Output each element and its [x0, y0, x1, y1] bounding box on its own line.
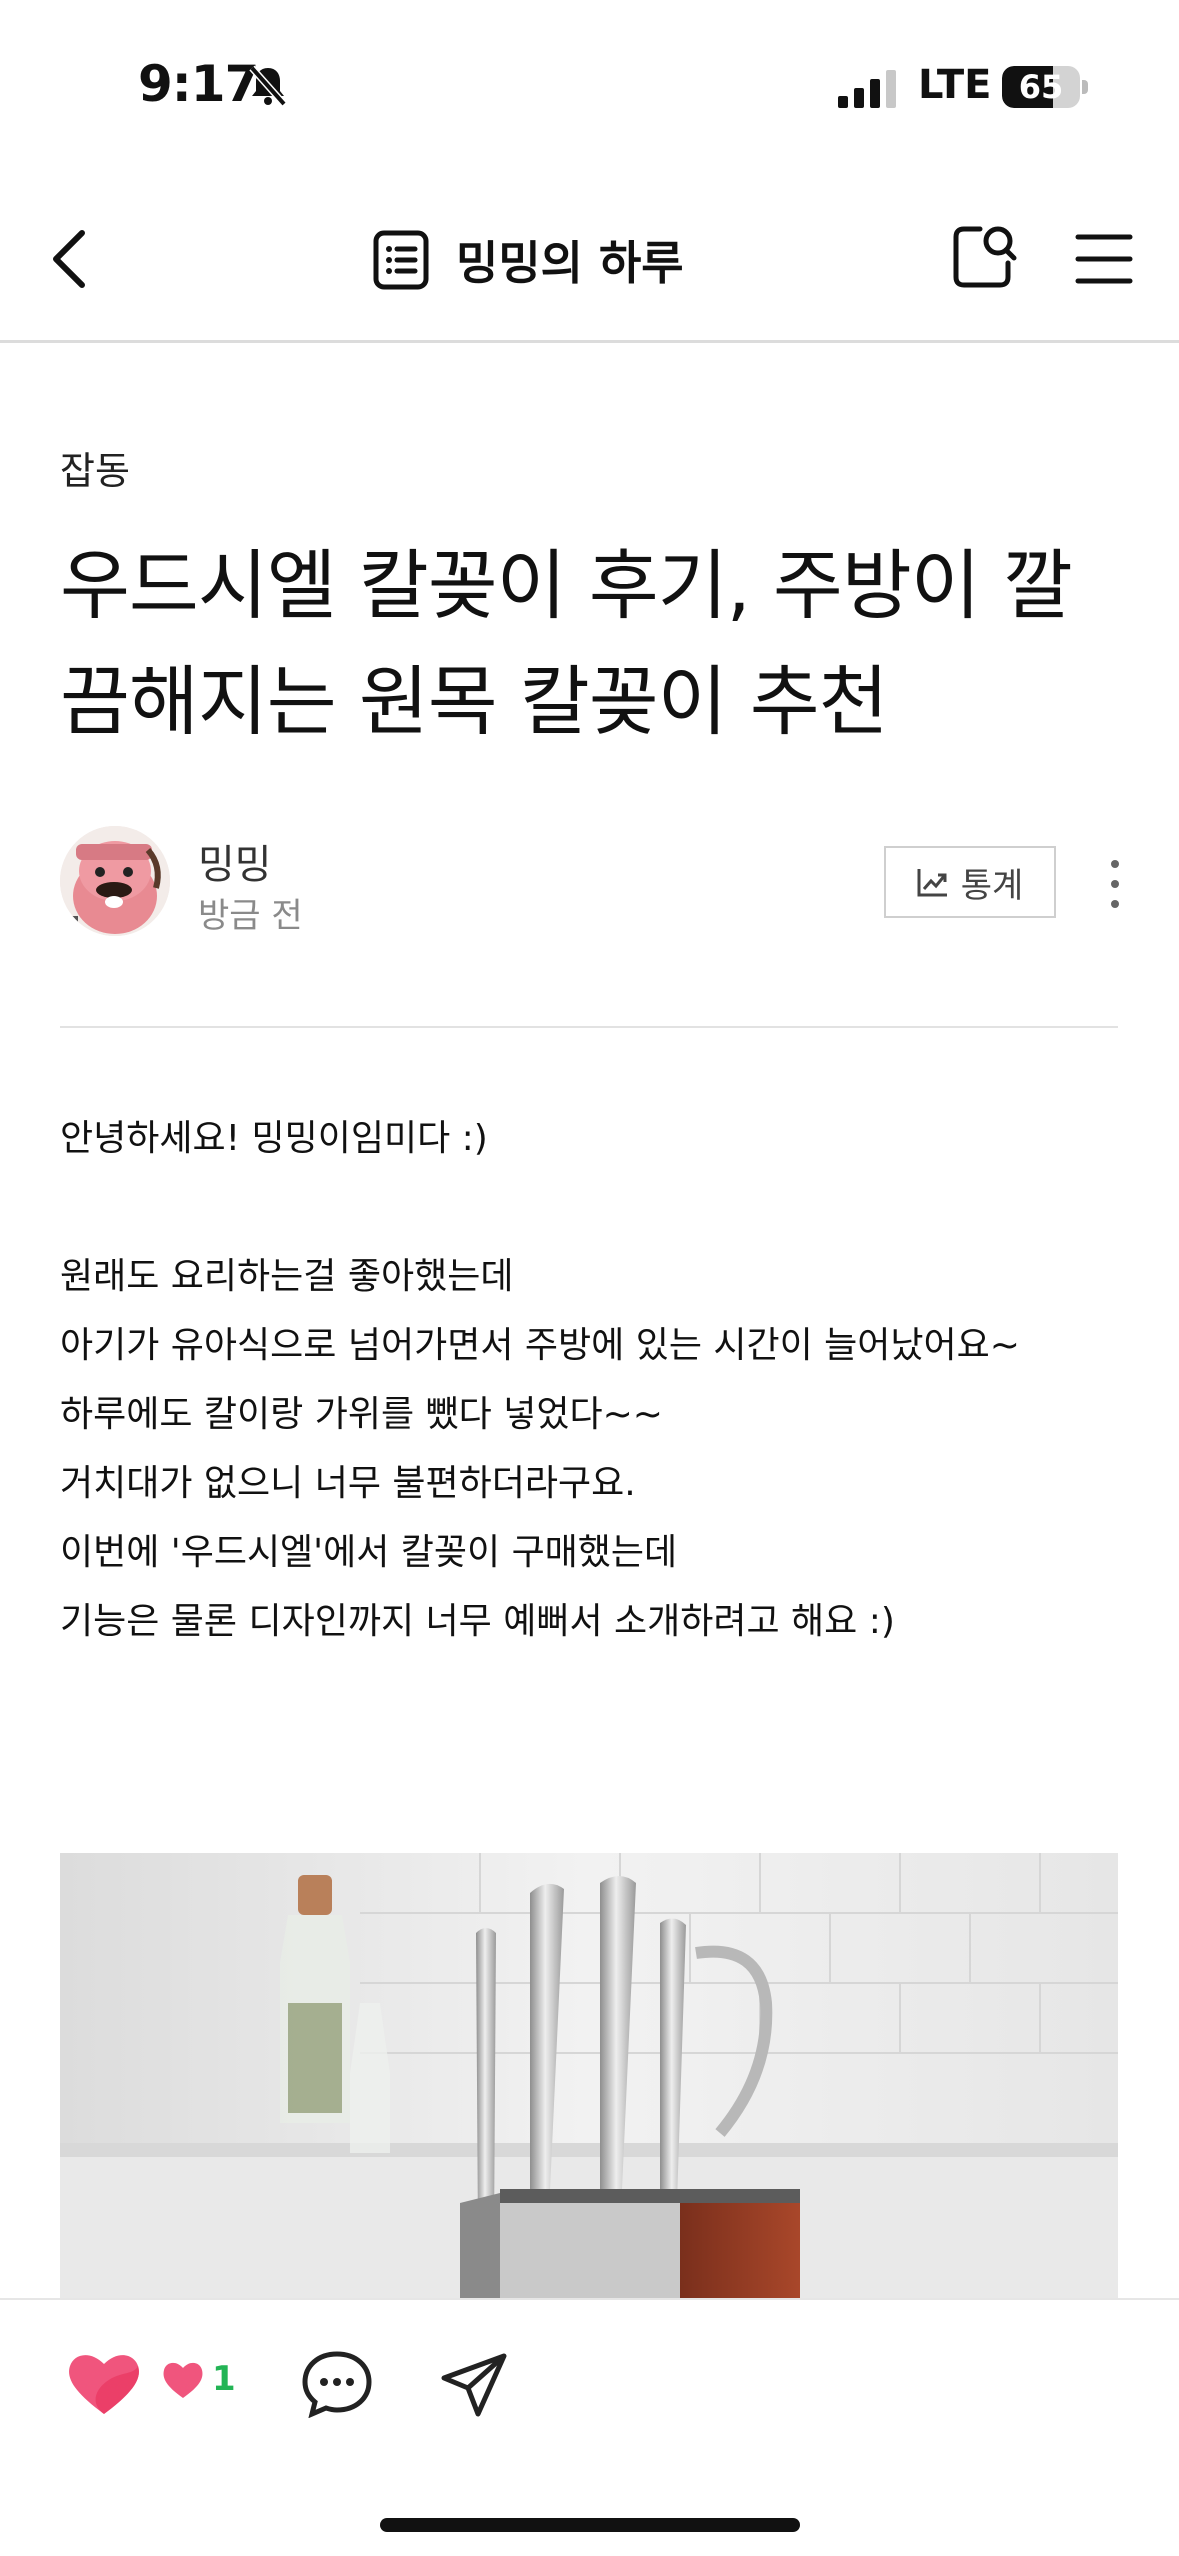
more-options-icon[interactable]: [1100, 856, 1130, 912]
blog-title-button[interactable]: 밍밍의 하루: [372, 225, 684, 295]
body-line: 원래도 요리하는걸 좋아했는데: [60, 1256, 514, 1297]
network-type: LTE: [918, 62, 992, 108]
author-row: 밍밍 방금 전 통계: [60, 826, 1120, 936]
cellular-signal-icon: [838, 70, 896, 108]
avatar[interactable]: [60, 826, 170, 936]
body-line: 안녕하세요! 밍밍이임미다 :): [60, 1118, 488, 1159]
post-image[interactable]: [60, 1853, 1118, 2300]
post-title: 우드시엘 칼꽂이 후기, 주방이 깔 끔해지는 원목 칼꽂이 추천: [60, 528, 1130, 760]
bell-slash-icon: [249, 65, 287, 107]
sympathy-counter[interactable]: 1: [160, 2358, 236, 2400]
menu-icon[interactable]: [1074, 231, 1134, 287]
stats-label: 통계: [960, 865, 1024, 906]
author-name[interactable]: 밍밍: [198, 832, 272, 890]
bottom-action-bar: 1: [0, 2298, 1179, 2556]
body-line: 아기가 유아식으로 넘어가면서 주방에 있는 시간이 늘어났어요~: [60, 1325, 1020, 1366]
small-heart-icon: [163, 2362, 203, 2398]
post-body: 안녕하세요! 밍밍이임미다 :) 원래도 요리하는걸 좋아했는데 아기가 유아식…: [60, 1104, 1140, 1656]
blog-title: 밍밍의 하루: [456, 236, 684, 290]
nav-bar: 밍밍의 하루: [0, 175, 1179, 343]
battery-level: 65: [1018, 68, 1064, 106]
status-bar: 9:17 LTE 65: [0, 0, 1179, 175]
post-title-line-2: 끔해지는 원목 칼꽂이 추천: [60, 657, 889, 746]
search-icon[interactable]: [950, 221, 1018, 293]
post-category[interactable]: 잡동: [60, 440, 130, 495]
home-indicator: [380, 2518, 800, 2532]
status-time: 9:17: [138, 55, 259, 113]
body-line: 기능은 물론 디자인까지 너무 예뻐서 소개하려고 해요 :): [60, 1601, 895, 1642]
body-line: [60, 1173, 1140, 1242]
body-line: 거치대가 없으니 너무 불편하더라구요.: [60, 1463, 636, 1504]
list-icon: [373, 230, 429, 290]
post-time: 방금 전: [198, 896, 303, 936]
back-arrow-icon[interactable]: [40, 219, 100, 299]
sympathy-count: 1: [212, 2359, 236, 2399]
body-line: 하루에도 칼이랑 가위를 뺐다 넣었다~~: [60, 1394, 663, 1435]
post-title-line-1: 우드시엘 칼꽂이 후기, 주방이 깔: [60, 541, 1073, 630]
divider: [60, 1026, 1118, 1028]
stats-button[interactable]: 통계: [884, 846, 1056, 918]
chart-trend-icon: [917, 869, 947, 897]
heart-icon[interactable]: [64, 2348, 144, 2418]
battery-icon: 65: [1002, 66, 1088, 108]
comment-icon[interactable]: [300, 2348, 374, 2418]
body-line: 이번에 '우드시엘'에서 칼꽂이 구매했는데: [60, 1532, 678, 1573]
share-icon[interactable]: [438, 2350, 510, 2420]
